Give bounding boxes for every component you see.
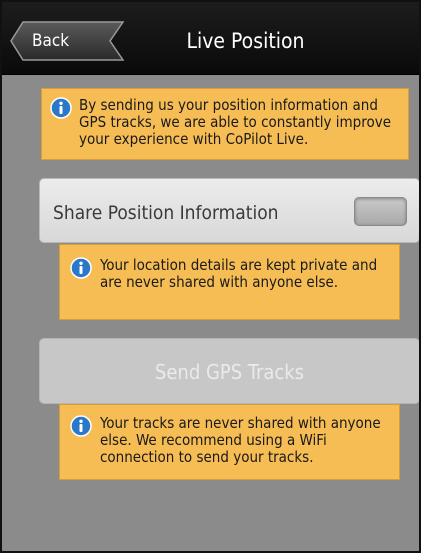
live-position-screen: Back Live Position By sending us your po… bbox=[0, 0, 421, 553]
share-position-note-text: Your location details are kept private a… bbox=[100, 256, 378, 291]
share-position-row[interactable]: Share Position Information bbox=[39, 178, 419, 243]
header-bar: Back Live Position bbox=[2, 2, 419, 75]
intro-note-text: By sending us your position information … bbox=[79, 96, 391, 148]
back-button[interactable]: Back bbox=[10, 20, 126, 62]
share-position-note: Your location details are kept private a… bbox=[59, 244, 400, 320]
gps-tracks-note: Your tracks are never shared with anyone… bbox=[59, 404, 400, 480]
intro-note: By sending us your position information … bbox=[41, 88, 409, 160]
page-title: Live Position bbox=[186, 29, 305, 53]
info-icon bbox=[70, 257, 92, 279]
info-icon bbox=[70, 415, 92, 437]
send-gps-tracks-label: Send GPS Tracks bbox=[154, 360, 305, 384]
info-icon bbox=[50, 97, 72, 119]
gps-tracks-note-text: Your tracks are never shared with anyone… bbox=[100, 414, 381, 466]
back-button-label: Back bbox=[32, 31, 70, 51]
share-position-toggle[interactable] bbox=[354, 197, 407, 226]
share-position-label: Share Position Information bbox=[53, 202, 279, 224]
send-gps-tracks-button[interactable]: Send GPS Tracks bbox=[39, 338, 419, 404]
